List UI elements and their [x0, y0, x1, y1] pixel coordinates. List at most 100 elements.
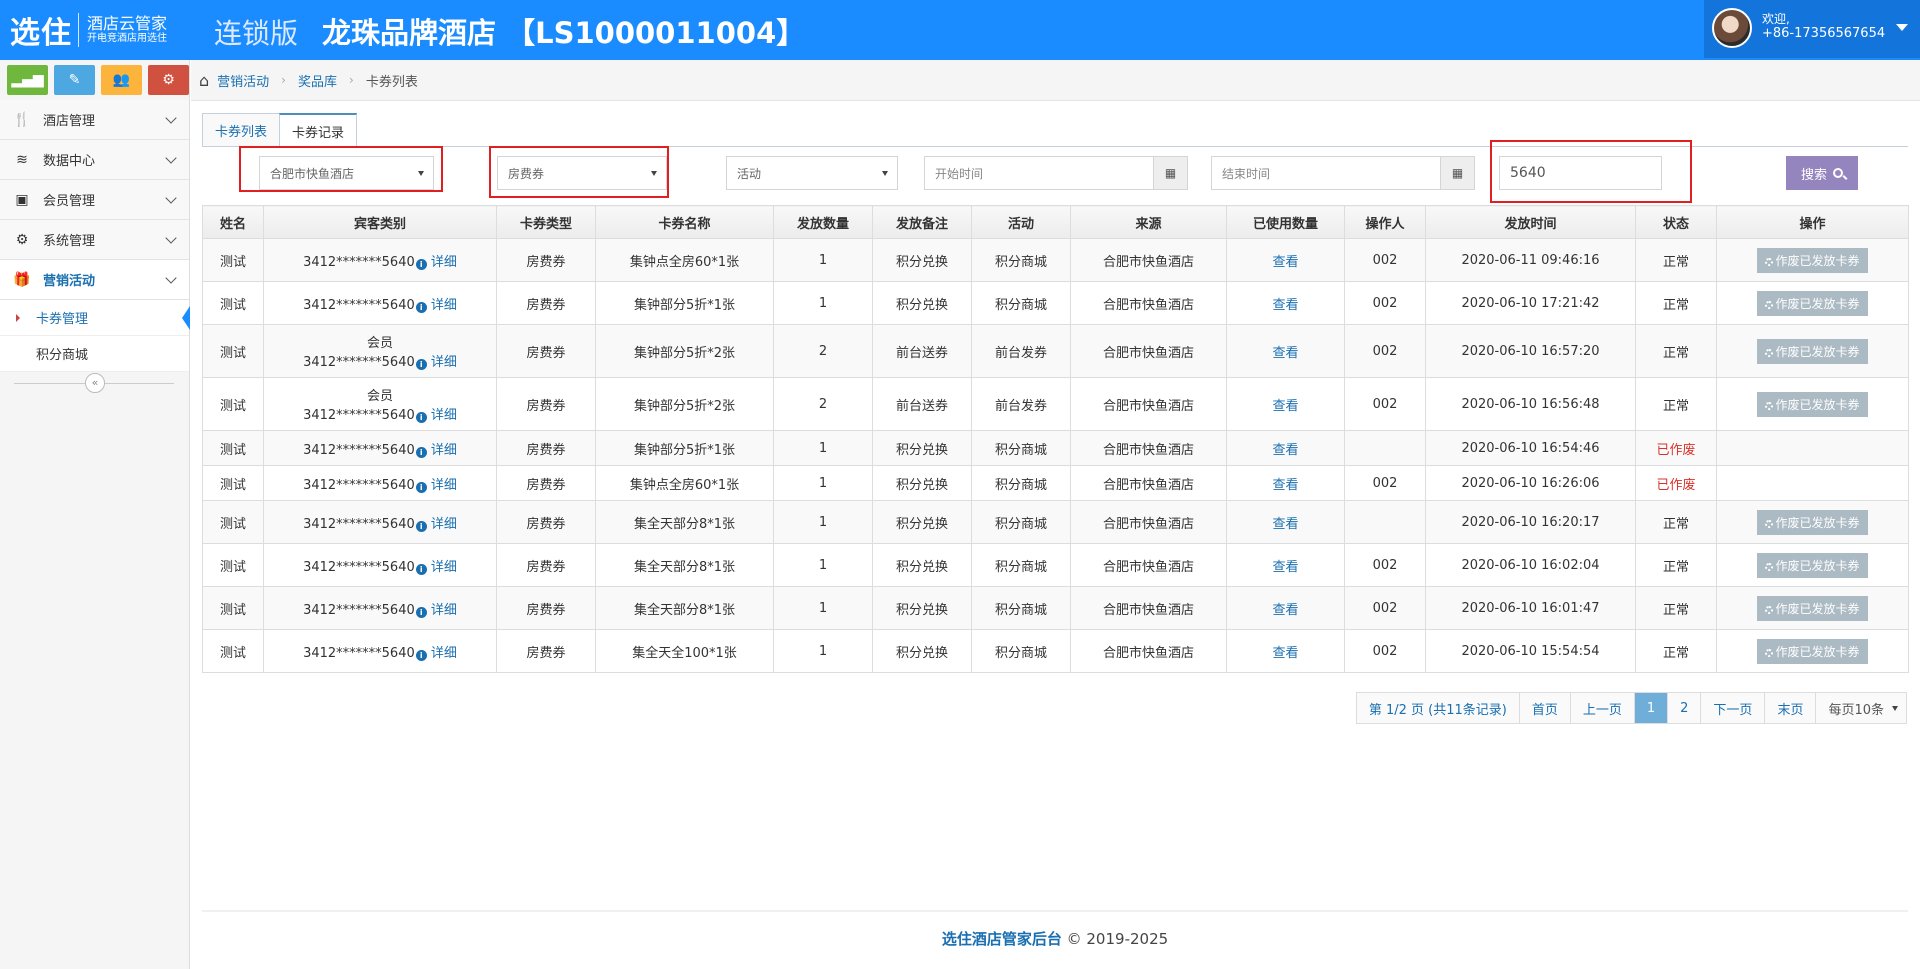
- cell-coupon-type: 房费券: [496, 543, 596, 587]
- activity-select[interactable]: 活动: [726, 156, 898, 190]
- hotel-select[interactable]: 合肥市快鱼酒店: [259, 156, 434, 190]
- sidebar-item-member-management[interactable]: ▣ 会员管理: [0, 180, 189, 220]
- guest-card-number: 3412*******5640: [303, 477, 415, 493]
- page-size-select[interactable]: 每页10条: [1815, 693, 1906, 723]
- view-used-link[interactable]: 查看: [1272, 255, 1298, 270]
- breadcrumb-link-marketing[interactable]: 营销活动: [217, 71, 269, 90]
- detail-link[interactable]: 详细: [431, 408, 457, 423]
- sidebar-collapse-toggle[interactable]: «: [14, 373, 174, 393]
- info-icon[interactable]: i: [415, 446, 427, 458]
- double-chevron-left-icon[interactable]: «: [85, 373, 105, 393]
- start-time-input[interactable]: 开始时间 ▦: [924, 156, 1188, 190]
- calendar-icon[interactable]: ▦: [1153, 157, 1187, 189]
- void-coupon-button[interactable]: 作废已发放卡券: [1757, 595, 1868, 621]
- next-page-button[interactable]: 下一页: [1700, 693, 1765, 723]
- void-coupon-button[interactable]: 作废已发放卡券: [1757, 338, 1868, 364]
- shortcut-signal-button[interactable]: ▂▄▆: [7, 65, 48, 95]
- detail-link[interactable]: 详细: [431, 603, 457, 618]
- page-1-button[interactable]: 1: [1633, 693, 1668, 723]
- column-header: 来源: [1070, 205, 1227, 239]
- tab-coupon-list[interactable]: 卡券列表: [202, 113, 281, 147]
- tab-coupon-records[interactable]: 卡券记录: [279, 113, 358, 147]
- calendar-icon[interactable]: ▦: [1440, 157, 1474, 189]
- info-icon[interactable]: i: [415, 258, 427, 270]
- avatar[interactable]: [1712, 8, 1752, 48]
- detail-link[interactable]: 详细: [431, 646, 457, 661]
- search-input[interactable]: 5640: [1499, 156, 1662, 190]
- sidebar-subitem-points-mall[interactable]: 积分商城: [0, 336, 189, 372]
- cell-quantity: 1: [773, 238, 873, 282]
- prev-page-button[interactable]: 上一页: [1569, 693, 1634, 723]
- info-icon[interactable]: i: [415, 481, 427, 493]
- view-used-link[interactable]: 查看: [1272, 399, 1298, 414]
- cell-activity-text: 积分商城: [994, 602, 1047, 618]
- info-icon[interactable]: i: [415, 606, 427, 618]
- void-coupon-button[interactable]: 作废已发放卡券: [1757, 509, 1868, 535]
- sidebar-item-system-management[interactable]: ⚙ 系统管理: [0, 220, 189, 260]
- void-coupon-button[interactable]: 作废已发放卡券: [1757, 247, 1868, 273]
- info-icon[interactable]: i: [415, 301, 427, 313]
- shortcut-cogs-button[interactable]: ⚙: [148, 65, 189, 95]
- cell-guest-type: 3412*******5640 i 详细: [263, 465, 497, 501]
- void-coupon-button[interactable]: 作废已发放卡券: [1757, 552, 1868, 578]
- info-icon[interactable]: i: [415, 412, 427, 423]
- detail-link[interactable]: 详细: [431, 517, 457, 532]
- end-time-input[interactable]: 结束时间 ▦: [1211, 156, 1475, 190]
- sidebar-item-marketing[interactable]: 🎁 营销活动: [0, 260, 189, 300]
- footer-brand-link[interactable]: 选住酒店管家后台: [942, 930, 1062, 948]
- guest-card-number: 3412*******5640: [303, 645, 415, 661]
- page-2-button[interactable]: 2: [1667, 693, 1701, 723]
- status-badge: 已作废: [1656, 477, 1696, 493]
- home-icon[interactable]: ⌂: [199, 71, 209, 90]
- detail-link[interactable]: 详细: [431, 443, 457, 458]
- breadcrumb-current: 卡券列表: [365, 74, 418, 90]
- cell-operator-text: 002: [1372, 343, 1398, 359]
- view-used-link[interactable]: 查看: [1272, 443, 1298, 458]
- logo[interactable]: 选住 酒店云管家 开电竞酒店用选住: [10, 8, 167, 52]
- detail-link[interactable]: 详细: [431, 560, 457, 575]
- detail-link[interactable]: 详细: [431, 478, 457, 493]
- caret-down-icon[interactable]: [1896, 24, 1908, 31]
- void-coupon-button[interactable]: 作废已发放卡券: [1757, 290, 1868, 316]
- cell-name-text: 测试: [219, 559, 246, 575]
- detail-link[interactable]: 详细: [431, 355, 457, 370]
- cell-coupon-name-text: 集全天部分8*1张: [633, 559, 736, 575]
- view-used-link[interactable]: 查看: [1272, 346, 1298, 361]
- cell-guest-type: 会员 3412*******5640 i 详细: [263, 324, 497, 378]
- view-used-link[interactable]: 查看: [1272, 560, 1298, 575]
- detail-link[interactable]: 详细: [431, 255, 457, 270]
- cell-coupon-name-text: 集全天全100*1张: [632, 645, 737, 661]
- chevron-down-icon: [165, 112, 177, 124]
- detail-link[interactable]: 详细: [431, 298, 457, 313]
- view-used-link[interactable]: 查看: [1272, 517, 1298, 532]
- cell-issue-time: 2020-06-10 16:56:48: [1425, 377, 1636, 431]
- shortcut-pencil-button[interactable]: ✎: [54, 65, 95, 95]
- cell-activity-text: 积分商城: [994, 645, 1047, 661]
- sidebar-item-data-center[interactable]: ≋ 数据中心: [0, 140, 189, 180]
- first-page-button[interactable]: 首页: [1518, 693, 1570, 723]
- info-icon[interactable]: i: [415, 520, 427, 532]
- cell-coupon-type-text: 房费券: [526, 516, 566, 532]
- void-coupon-button[interactable]: 作废已发放卡券: [1757, 638, 1868, 664]
- cell-status: 正常: [1635, 377, 1717, 431]
- coupon-type-value: 房费券: [508, 166, 545, 181]
- void-coupon-button[interactable]: 作废已发放卡券: [1757, 391, 1868, 417]
- info-icon[interactable]: i: [415, 359, 427, 370]
- info-icon[interactable]: i: [415, 649, 427, 661]
- sidebar-subitem-coupon-management[interactable]: 卡券管理: [0, 300, 190, 336]
- last-page-button[interactable]: 末页: [1764, 693, 1816, 723]
- search-button[interactable]: 搜索: [1786, 156, 1858, 190]
- user-menu[interactable]: 欢迎, +86-17356567654: [1704, 0, 1920, 58]
- coupon-type-select[interactable]: 房费券: [497, 156, 667, 190]
- view-used-link[interactable]: 查看: [1272, 298, 1298, 313]
- sidebar-item-hotel-management[interactable]: 🍴 酒店管理: [0, 100, 189, 140]
- view-used-link[interactable]: 查看: [1272, 478, 1298, 493]
- view-used-link[interactable]: 查看: [1272, 646, 1298, 661]
- shortcut-users-button[interactable]: 👥: [101, 65, 142, 95]
- breadcrumb-link-prize-library[interactable]: 奖品库: [298, 71, 337, 90]
- cell-status: 正常: [1635, 500, 1717, 544]
- cell-coupon-type-text: 房费券: [526, 602, 566, 618]
- view-used-link[interactable]: 查看: [1272, 603, 1298, 618]
- info-icon[interactable]: i: [415, 563, 427, 575]
- cell-actions: 作废已发放卡券: [1716, 324, 1909, 378]
